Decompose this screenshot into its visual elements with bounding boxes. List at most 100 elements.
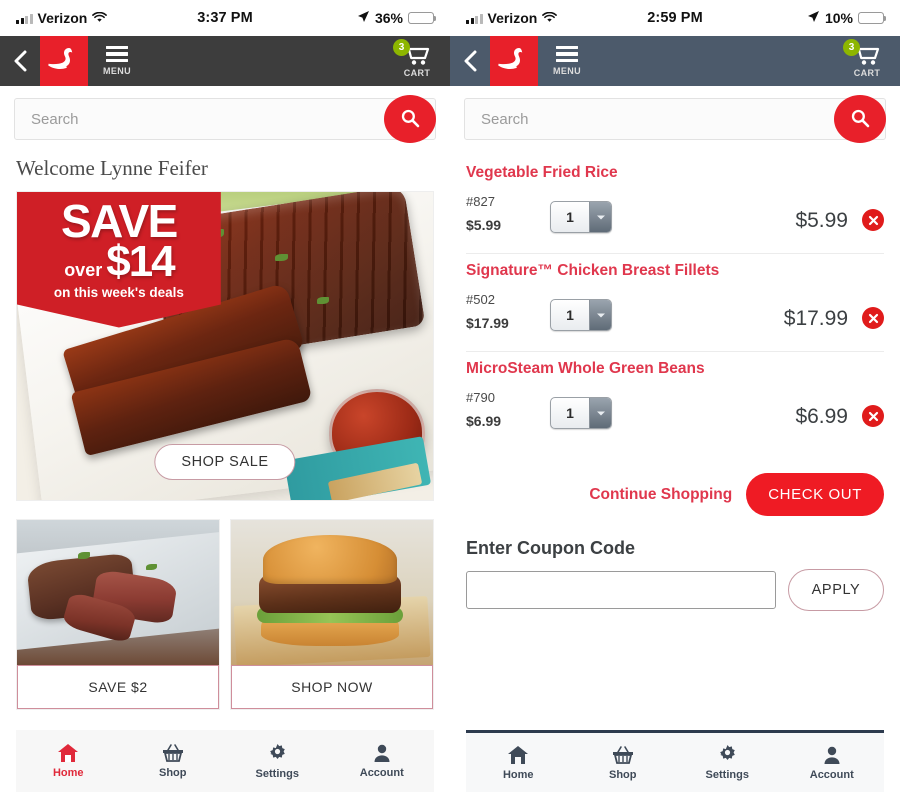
save-two-button[interactable]: SAVE $2 bbox=[17, 665, 219, 709]
battery-icon bbox=[858, 12, 887, 24]
shop-sale-button[interactable]: SHOP SALE bbox=[154, 444, 296, 480]
tab-account[interactable]: Account bbox=[330, 730, 435, 792]
tab-settings-label: Settings bbox=[705, 769, 749, 781]
tab-account-label: Account bbox=[359, 767, 404, 779]
cart-button[interactable]: 3 CART bbox=[834, 36, 900, 86]
wifi-icon bbox=[542, 10, 558, 26]
tab-home-label: Home bbox=[502, 768, 534, 781]
cart-item-line-total: $6.99 bbox=[795, 405, 848, 428]
remove-circle-x-icon[interactable] bbox=[862, 405, 884, 427]
search-submit-button[interactable] bbox=[834, 95, 886, 143]
person-icon bbox=[372, 743, 392, 763]
cart-items-list: Vegetable Fried Rice #827 $5.99 1 $5.99 … bbox=[450, 150, 900, 449]
gear-icon bbox=[267, 743, 288, 764]
app-navigation-bar: MENU 3 CART bbox=[0, 36, 450, 86]
swan-logo-icon[interactable] bbox=[40, 36, 88, 86]
cart-item-line-total: $5.99 bbox=[795, 209, 848, 232]
burger-photo bbox=[231, 520, 433, 665]
dual-phone-screenshot: Verizon 3:37 PM 36% MENU 3 CART Search W… bbox=[0, 0, 900, 810]
left-phone-home-screen: Verizon 3:37 PM 36% MENU 3 CART Search W… bbox=[0, 0, 450, 810]
carrier-label: Verizon bbox=[37, 10, 88, 26]
home-icon bbox=[57, 743, 79, 763]
back-button[interactable] bbox=[450, 36, 490, 86]
welcome-greeting: Welcome Lynne Feifer bbox=[16, 156, 208, 180]
search-submit-button[interactable] bbox=[384, 95, 436, 143]
cellular-signal-icon bbox=[466, 13, 483, 24]
quantity-value: 1 bbox=[566, 405, 574, 421]
back-button[interactable] bbox=[0, 36, 40, 86]
cart-item-row: Vegetable Fried Rice #827 $5.99 1 $5.99 bbox=[466, 156, 884, 254]
search-input[interactable] bbox=[14, 98, 436, 140]
checkout-button[interactable]: CHECK OUT bbox=[746, 473, 884, 516]
save-amount: $14 bbox=[106, 237, 175, 287]
search-bar bbox=[450, 86, 900, 150]
coupon-code-input[interactable] bbox=[466, 571, 776, 609]
battery-percent-label: 10% bbox=[824, 10, 853, 26]
battery-percent-label: 36% bbox=[374, 10, 403, 26]
carrier-label: Verizon bbox=[487, 10, 538, 26]
shop-now-button[interactable]: SHOP NOW bbox=[231, 665, 433, 709]
promo-card[interactable]: SAVE $2 bbox=[16, 519, 220, 710]
battery-icon bbox=[408, 12, 437, 24]
gear-icon bbox=[717, 744, 738, 765]
search-input[interactable] bbox=[464, 98, 886, 140]
continue-shopping-button[interactable]: Continue Shopping bbox=[589, 486, 732, 504]
search-bar bbox=[0, 86, 450, 150]
person-icon bbox=[822, 745, 842, 765]
cart-item-name[interactable]: Vegetable Fried Rice bbox=[466, 164, 884, 182]
tab-home[interactable]: Home bbox=[16, 730, 121, 792]
save-over-label: over bbox=[64, 260, 103, 281]
tab-settings-label: Settings bbox=[255, 767, 299, 780]
quantity-select[interactable]: 1 bbox=[550, 299, 612, 331]
cart-item-sku: #502 bbox=[466, 292, 495, 307]
cart-item-unit-price: $6.99 bbox=[466, 413, 502, 429]
menu-label: MENU bbox=[102, 66, 132, 77]
tab-settings[interactable]: Settings bbox=[675, 733, 780, 792]
cart-item-line-total: $17.99 bbox=[783, 307, 848, 330]
promo-card[interactable]: SHOP NOW bbox=[230, 519, 434, 710]
tab-shop[interactable]: Shop bbox=[121, 730, 226, 792]
tab-settings[interactable]: Settings bbox=[225, 730, 330, 792]
chevron-down-icon bbox=[589, 202, 611, 232]
bottom-tab-bar: Home Shop Settings Account bbox=[16, 730, 434, 792]
bottom-tab-bar: Home Shop Settings Account bbox=[466, 730, 884, 792]
search-magnifier-icon bbox=[400, 108, 420, 131]
apply-coupon-button[interactable]: APPLY bbox=[788, 569, 884, 611]
sliced-steak-photo bbox=[17, 520, 219, 665]
tab-shop-label: Shop bbox=[159, 767, 187, 779]
tab-account[interactable]: Account bbox=[780, 733, 885, 792]
quantity-value: 1 bbox=[566, 209, 574, 225]
save-flag-badge: SAVE over $14 on this week's deals bbox=[17, 192, 221, 328]
quantity-select[interactable]: 1 bbox=[550, 201, 612, 233]
cart-item-name[interactable]: MicroSteam Whole Green Beans bbox=[466, 360, 884, 378]
hamburger-menu-button[interactable]: MENU bbox=[538, 36, 596, 86]
swan-logo-icon[interactable] bbox=[490, 36, 538, 86]
cart-label: CART bbox=[403, 68, 431, 78]
tab-home[interactable]: Home bbox=[466, 733, 571, 792]
cart-button[interactable]: 3 CART bbox=[384, 36, 450, 86]
remove-circle-x-icon[interactable] bbox=[862, 209, 884, 231]
promo-card-row: SAVE $2 SHOP NOW bbox=[16, 519, 434, 710]
cart-item-row: Signature™ Chicken Breast Fillets #502 $… bbox=[466, 254, 884, 352]
hamburger-menu-button[interactable]: MENU bbox=[88, 36, 146, 86]
coupon-heading: Enter Coupon Code bbox=[466, 538, 635, 558]
quantity-value: 1 bbox=[566, 307, 574, 323]
save-word: SAVE bbox=[60, 195, 178, 247]
cart-item-unit-price: $5.99 bbox=[466, 217, 502, 233]
quantity-select[interactable]: 1 bbox=[550, 397, 612, 429]
clock-label: 3:37 PM bbox=[197, 10, 253, 26]
app-navigation-bar: MENU 3 CART bbox=[450, 36, 900, 86]
hamburger-menu-icon bbox=[556, 45, 578, 63]
cart-item-sku: #790 bbox=[466, 390, 495, 405]
promo-hero-banner[interactable]: SAVE over $14 on this week's deals SHOP … bbox=[16, 191, 434, 501]
cart-item-name[interactable]: Signature™ Chicken Breast Fillets bbox=[466, 262, 884, 280]
save-subtitle: on this week's deals bbox=[53, 285, 184, 301]
appbar-spacer bbox=[596, 36, 834, 86]
right-phone-cart-screen: Verizon 2:59 PM 10% MENU 3 CART Search V… bbox=[450, 0, 900, 810]
menu-label: MENU bbox=[552, 66, 582, 77]
appbar-spacer bbox=[146, 36, 384, 86]
remove-circle-x-icon[interactable] bbox=[862, 307, 884, 329]
cart-item-sku: #827 bbox=[466, 194, 495, 209]
tab-shop[interactable]: Shop bbox=[571, 733, 676, 792]
tab-shop-label: Shop bbox=[609, 768, 637, 781]
